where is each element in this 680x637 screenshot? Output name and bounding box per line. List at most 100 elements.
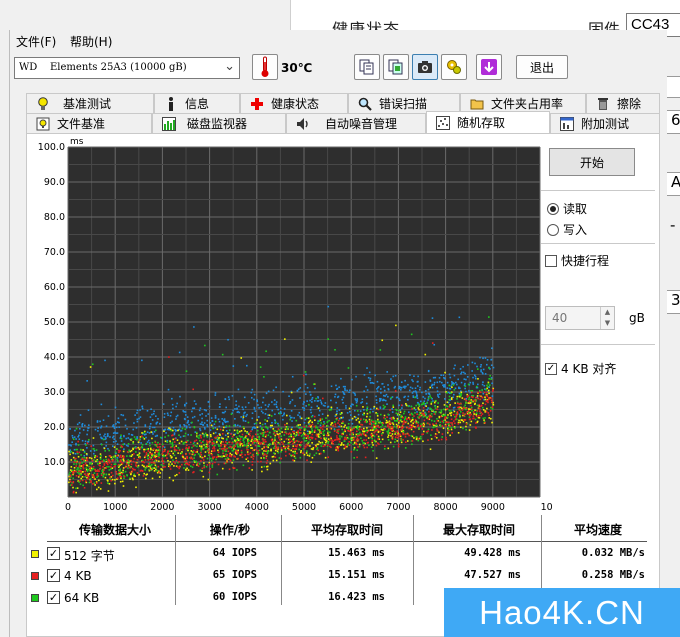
tab-info[interactable]: 信息 xyxy=(154,93,240,113)
data-point xyxy=(309,453,311,455)
tab-extra-tests[interactable]: 附加测试 xyxy=(550,113,660,133)
data-point xyxy=(191,421,193,424)
data-point xyxy=(351,429,354,431)
menu-file[interactable]: 文件(F) xyxy=(16,33,56,50)
data-point xyxy=(416,381,419,383)
data-point xyxy=(217,463,220,466)
data-point xyxy=(342,431,345,434)
data-point xyxy=(289,400,292,403)
data-point xyxy=(283,445,285,448)
tab-disk-monitor[interactable]: 磁盘监视器 xyxy=(152,113,286,133)
data-point xyxy=(69,480,72,483)
data-point xyxy=(150,463,153,466)
data-point xyxy=(71,434,74,437)
data-point xyxy=(234,424,237,427)
write-radio[interactable]: 写入 xyxy=(547,221,587,238)
copy-text-button[interactable] xyxy=(354,54,380,80)
data-point xyxy=(387,413,390,416)
data-point xyxy=(108,483,111,485)
align-4kb-checkbox[interactable]: ✓ 4 KB 对齐 xyxy=(545,360,616,377)
data-point xyxy=(136,412,138,414)
data-point xyxy=(252,449,254,452)
exit-button[interactable]: 退出 xyxy=(516,55,568,79)
data-point xyxy=(226,453,228,456)
data-point xyxy=(327,430,329,433)
data-point xyxy=(217,449,219,452)
save-button[interactable] xyxy=(476,54,502,80)
series-checkbox[interactable]: ✓ xyxy=(47,569,60,582)
background-side-field-2[interactable]: 6 xyxy=(666,110,680,134)
data-point xyxy=(449,434,451,437)
data-point xyxy=(419,415,421,418)
data-point xyxy=(201,421,203,424)
start-button[interactable]: 开始 xyxy=(549,148,635,176)
data-point xyxy=(277,424,280,427)
background-side-field-1[interactable] xyxy=(666,76,680,98)
data-point xyxy=(191,466,194,468)
options-button[interactable] xyxy=(441,54,467,80)
data-point xyxy=(242,419,245,422)
series-checkbox[interactable]: ✓ xyxy=(47,591,60,604)
data-point xyxy=(408,427,410,430)
data-point xyxy=(91,363,94,366)
data-point xyxy=(404,447,407,449)
data-point xyxy=(309,393,312,396)
data-point xyxy=(214,417,217,419)
background-side-field-4[interactable]: 3 xyxy=(666,290,680,314)
tab-health[interactable]: 健康状态 xyxy=(240,93,348,113)
data-point xyxy=(417,375,419,378)
tab-error-scan[interactable]: 错误扫描 xyxy=(348,93,460,113)
data-point xyxy=(303,409,305,411)
data-point xyxy=(476,410,479,412)
data-point xyxy=(326,421,329,424)
data-point xyxy=(73,463,75,465)
data-point xyxy=(349,433,352,436)
data-point xyxy=(327,456,330,459)
tab-benchmark[interactable]: 基准测试 xyxy=(26,93,154,113)
data-point xyxy=(156,451,159,453)
tab-random-access[interactable]: 随机存取 xyxy=(426,111,550,133)
y-tick-label: 80.0 xyxy=(44,212,65,223)
data-point xyxy=(135,427,138,429)
data-point xyxy=(144,469,146,471)
data-point xyxy=(149,416,152,418)
series-checkbox[interactable]: ✓ xyxy=(47,547,60,560)
data-point xyxy=(102,466,104,468)
tab-erase[interactable]: 擦除 xyxy=(586,93,660,113)
data-point xyxy=(371,440,373,442)
data-point xyxy=(436,418,438,420)
screenshot-button[interactable] xyxy=(412,54,438,80)
data-point xyxy=(82,466,84,468)
data-point xyxy=(294,440,296,443)
tab-file-benchmark[interactable]: 文件基准 xyxy=(26,113,152,133)
tab-aam[interactable]: 自动噪音管理 xyxy=(286,113,426,133)
quick-stroke-checkbox[interactable]: 快捷行程 xyxy=(545,252,609,269)
data-point xyxy=(300,441,303,443)
read-radio[interactable]: 读取 xyxy=(547,200,587,217)
data-point xyxy=(149,444,151,447)
data-point xyxy=(318,420,321,422)
data-point xyxy=(267,414,269,416)
data-point xyxy=(361,398,364,401)
data-point xyxy=(491,421,493,424)
gb-spinner[interactable]: 40 ▲ ▼ xyxy=(545,306,615,330)
data-point xyxy=(358,445,361,448)
data-point xyxy=(172,438,175,441)
background-side-field-3[interactable]: A xyxy=(666,172,680,196)
data-point xyxy=(138,417,140,420)
spinner-arrows[interactable]: ▲ ▼ xyxy=(600,307,614,329)
tab-folder-usage[interactable]: 文件夹占用率 xyxy=(460,93,586,113)
copy-screenshot-button[interactable] xyxy=(383,54,409,80)
data-point xyxy=(193,457,195,459)
data-point xyxy=(277,422,279,425)
data-point xyxy=(85,464,88,467)
data-point xyxy=(116,432,119,434)
data-point xyxy=(488,417,491,419)
data-point xyxy=(363,390,365,393)
menu-help[interactable]: 帮助(H) xyxy=(70,33,112,50)
drive-select[interactable]: WD Elements 25A3 (10000 gB) ⌄ xyxy=(14,57,240,79)
data-point xyxy=(440,438,443,441)
avg-access-value: 15.151 ms xyxy=(328,569,385,581)
data-point xyxy=(256,460,259,463)
data-point xyxy=(163,413,166,415)
